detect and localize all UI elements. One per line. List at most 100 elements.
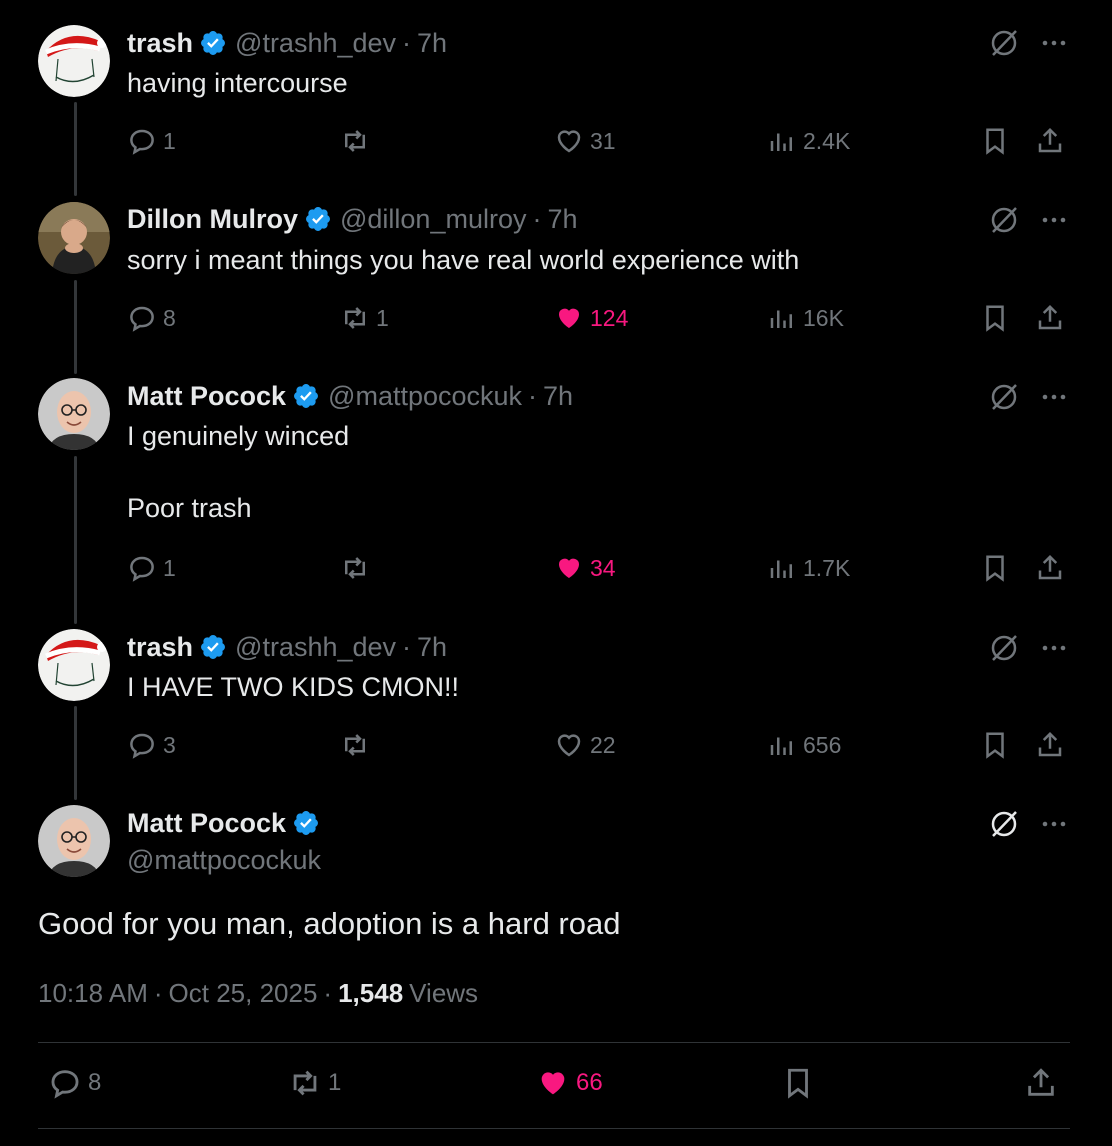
share-button[interactable] — [1035, 303, 1065, 333]
like-button[interactable]: 22 — [554, 730, 616, 760]
reply-tweet[interactable]: trash @trashh_dev · 7h I HAVE TWO KIDS C… — [0, 606, 1112, 786]
display-name[interactable]: trash — [127, 27, 193, 59]
more-options-icon[interactable] — [1040, 29, 1068, 57]
display-name[interactable]: Dillon Mulroy — [127, 203, 298, 235]
reply-button[interactable]: 3 — [127, 730, 176, 760]
separator: · — [528, 381, 538, 411]
reply-button[interactable]: 1 — [127, 553, 176, 583]
reply-tweet[interactable]: Matt Pocock @mattpocockuk · 7h I genuine… — [0, 356, 1112, 606]
timestamp[interactable]: 7h — [417, 631, 447, 663]
grok-icon[interactable] — [988, 808, 1020, 840]
grok-icon[interactable] — [988, 204, 1020, 236]
views-button[interactable]: 1.7K — [767, 553, 850, 583]
repost-button[interactable] — [340, 553, 376, 583]
bookmark-button[interactable] — [980, 730, 1010, 760]
reply-button[interactable]: 8 — [127, 303, 176, 333]
repost-button[interactable] — [340, 126, 376, 156]
like-button[interactable]: 66 — [536, 1066, 603, 1100]
view-count: 2.4K — [803, 127, 851, 154]
reply-tweet[interactable]: Dillon Mulroy @dillon_mulroy · 7h sorry … — [0, 180, 1112, 356]
grok-icon[interactable] — [988, 632, 1020, 664]
reply-button[interactable]: 1 — [127, 126, 176, 156]
views-button[interactable]: 16K — [767, 303, 844, 333]
user-handle[interactable]: @dillon_mulroy — [340, 203, 526, 235]
reply-icon — [130, 129, 154, 155]
reply-count: 3 — [163, 731, 176, 758]
bookmark-button[interactable] — [980, 553, 1010, 583]
display-name[interactable]: Matt Pocock — [127, 380, 286, 412]
bookmark-button[interactable] — [781, 1066, 815, 1100]
heart-filled-icon — [541, 1072, 565, 1095]
more-options-icon[interactable] — [1040, 634, 1068, 662]
grok-icon[interactable] — [988, 27, 1020, 59]
grok-icon[interactable] — [988, 381, 1020, 413]
tweet-actions: 8 1 124 16K — [127, 303, 1077, 337]
verified-badge-icon — [294, 811, 319, 835]
like-button[interactable]: 124 — [554, 303, 628, 333]
verified-badge-icon — [306, 207, 330, 231]
tweet-header: Dillon Mulroy @dillon_mulroy · 7h — [127, 203, 578, 235]
avatar[interactable] — [38, 202, 110, 274]
repost-button[interactable]: 1 — [288, 1066, 341, 1100]
divider — [38, 1128, 1070, 1129]
tweet-text: Good for you man, adoption is a hard roa… — [38, 906, 621, 941]
views-button[interactable]: 656 — [767, 730, 841, 760]
repost-button[interactable]: 1 — [340, 303, 389, 333]
user-handle[interactable]: @trashh_dev — [235, 631, 396, 663]
verified-badge-icon — [201, 31, 225, 55]
display-name[interactable]: trash — [127, 631, 193, 663]
avatar[interactable] — [38, 378, 110, 450]
share-icon — [1038, 127, 1062, 153]
tweet-text: sorry i meant things you have real world… — [127, 245, 800, 275]
timestamp[interactable]: 7h — [417, 27, 447, 59]
like-count: 22 — [590, 731, 616, 758]
share-button[interactable] — [1024, 1066, 1058, 1100]
verified-badge-icon — [294, 384, 319, 408]
heart-filled-icon — [559, 308, 579, 328]
bookmark-button[interactable] — [980, 303, 1010, 333]
user-handle[interactable]: @trashh_dev — [235, 27, 396, 59]
like-count: 124 — [590, 304, 629, 331]
separator: · — [153, 978, 163, 1008]
like-button[interactable]: 31 — [554, 126, 616, 156]
avatar[interactable] — [38, 805, 110, 877]
timestamp[interactable]: 7h — [543, 380, 573, 412]
tweet-date[interactable]: Oct 25, 2025 — [169, 978, 318, 1009]
avatar[interactable] — [38, 629, 110, 701]
more-options-icon[interactable] — [1040, 383, 1068, 411]
reply-icon — [130, 556, 154, 582]
repost-count: 1 — [328, 1069, 342, 1096]
avatar[interactable] — [38, 25, 110, 97]
share-button[interactable] — [1035, 126, 1065, 156]
display-name[interactable]: Matt Pocock — [127, 807, 286, 839]
share-icon — [1038, 554, 1062, 580]
more-options-icon[interactable] — [1040, 206, 1068, 234]
like-count: 31 — [590, 127, 616, 154]
reply-icon — [130, 733, 154, 759]
reply-tweet[interactable]: trash @trashh_dev · 7h having intercours… — [0, 0, 1112, 180]
main-tweet-actions: 8 1 66 — [48, 1066, 1068, 1108]
bookmark-button[interactable] — [980, 126, 1010, 156]
reply-button[interactable]: 8 — [48, 1066, 101, 1100]
user-handle[interactable]: @mattpocockuk — [127, 845, 321, 876]
like-button[interactable]: 34 — [554, 553, 616, 583]
verified-badge-icon — [201, 635, 225, 659]
tweet-header: trash @trashh_dev · 7h — [127, 631, 447, 663]
views-button[interactable]: 2.4K — [767, 126, 850, 156]
share-button[interactable] — [1035, 553, 1065, 583]
timestamp[interactable]: 7h — [547, 203, 577, 235]
more-options-icon[interactable] — [1040, 810, 1068, 838]
repost-icon — [345, 557, 365, 579]
tweet-time[interactable]: 10:18 AM — [38, 978, 148, 1009]
repost-count: 1 — [376, 304, 389, 331]
repost-button[interactable] — [340, 730, 376, 760]
repost-icon — [345, 307, 365, 329]
share-button[interactable] — [1035, 730, 1065, 760]
bookmark-icon — [986, 555, 1004, 582]
views-label: Views — [409, 978, 479, 1008]
analytics-icon — [770, 133, 792, 151]
user-handle[interactable]: @mattpocockuk — [328, 380, 522, 412]
reply-count: 8 — [163, 304, 176, 331]
tweet-header: Matt Pocock @mattpocockuk · 7h — [127, 380, 573, 412]
tweet-header: trash @trashh_dev · 7h — [127, 27, 447, 59]
